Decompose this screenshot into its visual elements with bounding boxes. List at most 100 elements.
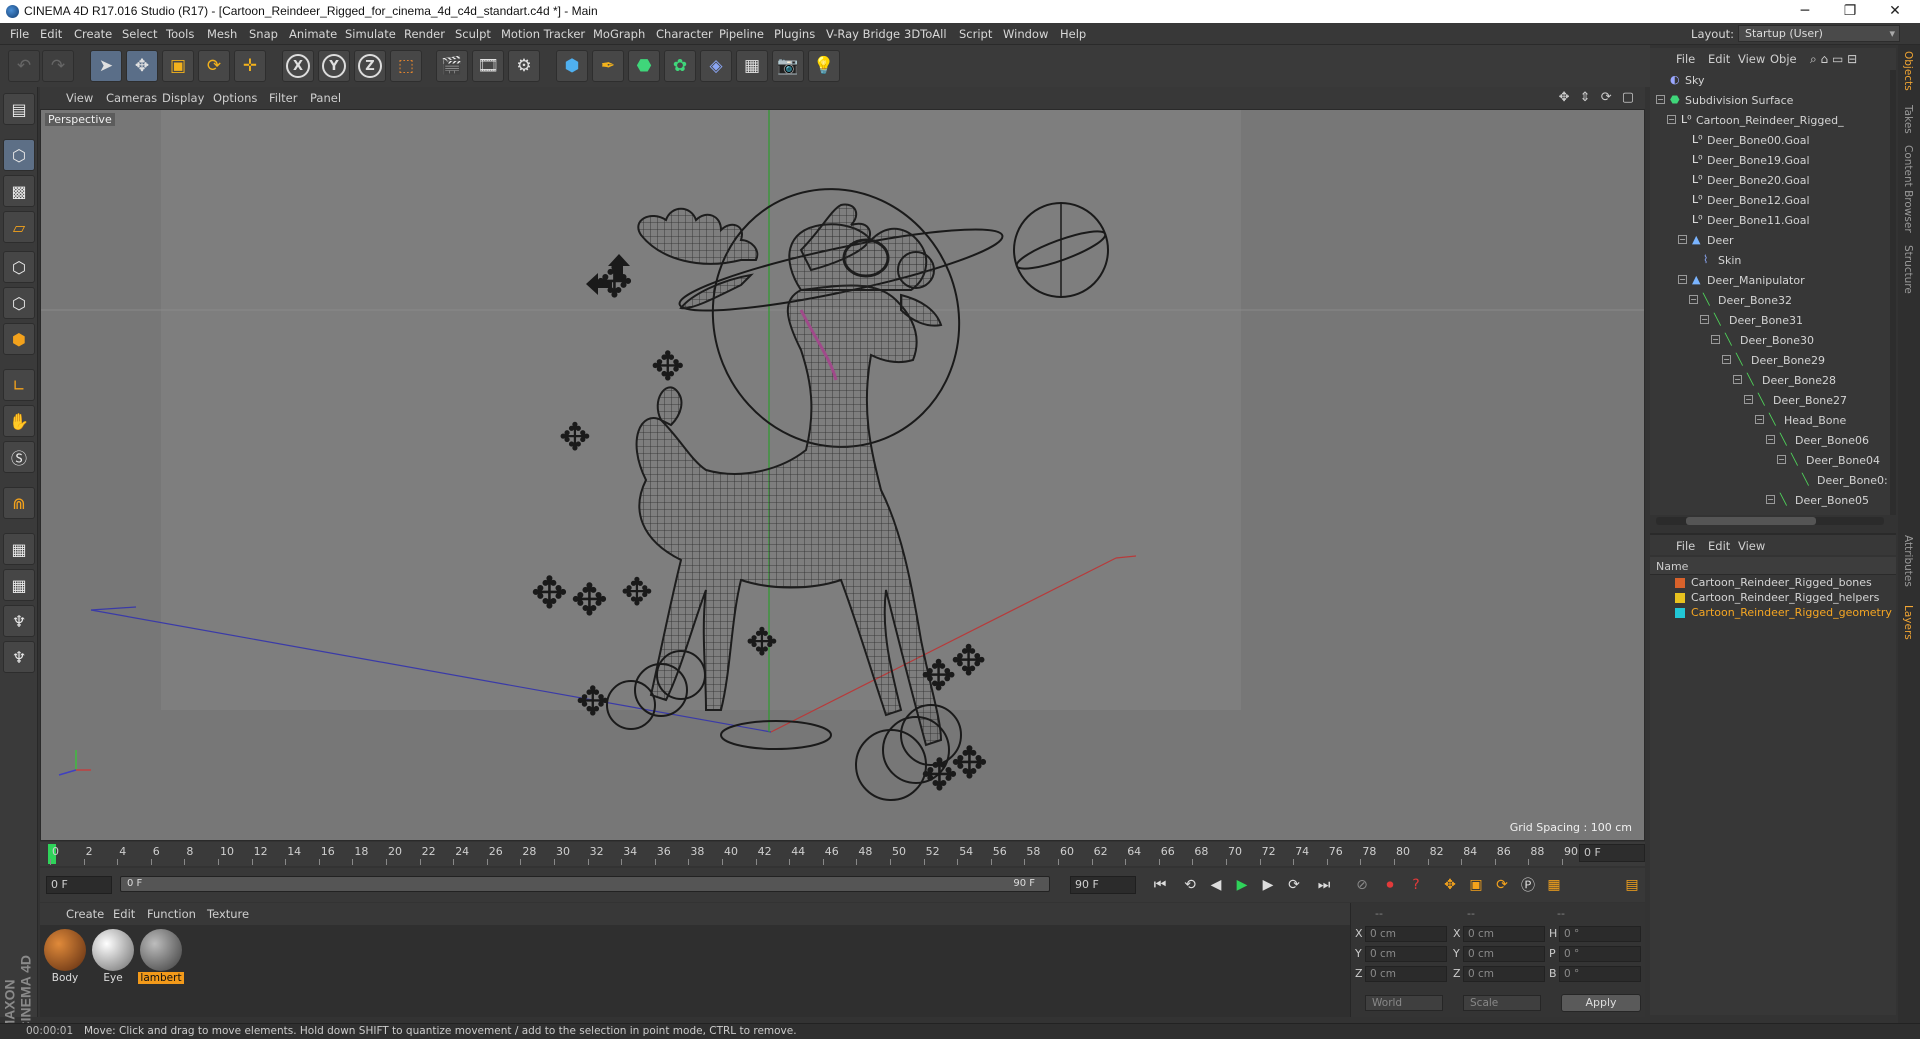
select-arrow-icon[interactable]: ➤ <box>90 50 122 82</box>
render-picture-viewer-icon[interactable]: 🎞 <box>472 50 504 82</box>
menu-vray-bridge[interactable]: V-Ray Bridge <box>826 27 900 41</box>
coordinate-system-icon[interactable]: ⬚ <box>390 50 422 82</box>
layout-select[interactable]: Startup (User) <box>1738 25 1900 42</box>
om-menu-objects[interactable]: Obje <box>1770 52 1797 66</box>
object-row[interactable]: − ╲ Deer_Bone05 <box>1650 490 1882 510</box>
layer-name-column[interactable]: Name <box>1656 560 1688 573</box>
viewport-nav-icons[interactable]: ✥ ⇕ ⟳ ▢ <box>1559 90 1637 105</box>
x-axis-icon[interactable]: X <box>282 50 314 82</box>
object-row[interactable]: − L⁰ Cartoon_Reindeer_Rigged_ <box>1650 110 1882 130</box>
planar-workplane-icon[interactable]: ▦ <box>3 569 35 601</box>
record-position-icon[interactable]: ✥ <box>1438 873 1462 897</box>
object-row[interactable]: ╲ Deer_Bone0: <box>1650 470 1888 490</box>
start-frame-field[interactable]: 0 F <box>46 876 112 894</box>
make-editable-icon[interactable]: ▤ <box>3 93 35 125</box>
menu-window[interactable]: Window <box>1003 27 1048 41</box>
floor-icon[interactable]: ▦ <box>736 50 768 82</box>
redo-icon[interactable]: ↷ <box>42 50 74 82</box>
tab-attributes[interactable]: Attributes <box>1902 535 1914 587</box>
undo-icon[interactable]: ↶ <box>8 50 40 82</box>
previous-keyframe-icon[interactable]: ⟲ <box>1178 873 1202 897</box>
next-keyframe-icon[interactable]: ⟳ <box>1282 873 1306 897</box>
tab-layers[interactable]: Layers <box>1902 605 1914 640</box>
object-row[interactable]: ◐ Sky <box>1650 70 1882 90</box>
tab-structure[interactable]: Structure <box>1902 245 1914 294</box>
size-z-field[interactable]: 0 cm <box>1463 966 1545 982</box>
position-z-field[interactable]: 0 cm <box>1365 966 1447 982</box>
menu-3dtoall[interactable]: 3DToAll <box>904 27 947 41</box>
record-rotation-icon[interactable]: ⟳ <box>1490 873 1514 897</box>
object-row[interactable]: L⁰ Deer_Bone12.Goal <box>1650 190 1882 210</box>
material-eye[interactable]: Eye <box>90 929 136 989</box>
expand-toggle-icon[interactable]: − <box>1766 435 1775 444</box>
polygons-mode-icon[interactable]: ⬢ <box>3 323 35 355</box>
menu-animate[interactable]: Animate <box>289 27 337 41</box>
coordinate-space-select[interactable]: World <box>1365 995 1443 1011</box>
play-icon[interactable]: ▶ <box>1230 873 1254 897</box>
menu-character[interactable]: Character <box>656 27 713 41</box>
edit-render-settings-icon[interactable]: ⚙ <box>508 50 540 82</box>
object-row[interactable]: L⁰ Deer_Bone00.Goal <box>1650 130 1882 150</box>
viewport-camera-label[interactable]: Perspective <box>45 113 115 126</box>
mat-menu-function[interactable]: Function <box>147 907 196 921</box>
menu-motion-tracker[interactable]: Motion Tracker <box>501 27 585 41</box>
vp-menu-panel[interactable]: Panel <box>310 91 341 105</box>
object-row[interactable]: − ╲ Deer_Bone31 <box>1650 310 1882 330</box>
menu-mesh[interactable]: Mesh <box>207 27 237 41</box>
tab-objects[interactable]: Objects <box>1902 51 1914 91</box>
record-pla-icon[interactable]: ▦ <box>1542 873 1566 897</box>
end-frame-field[interactable]: 90 F <box>1070 876 1136 894</box>
lm-menu-edit[interactable]: Edit <box>1708 539 1730 553</box>
current-frame-field[interactable]: 0 F <box>1579 844 1645 862</box>
expand-toggle-icon[interactable]: − <box>1667 115 1676 124</box>
snap-icon[interactable]: Ⓢ <box>3 441 35 473</box>
object-row[interactable]: − ⬣ Subdivision Surface <box>1650 90 1882 110</box>
next-frame-icon[interactable]: ▶ <box>1256 873 1280 897</box>
object-row[interactable]: − ╲ Deer_Bone06 <box>1650 430 1882 450</box>
object-row[interactable]: − ▲ Deer_Manipulator <box>1650 270 1882 290</box>
mat-menu-texture[interactable]: Texture <box>207 907 249 921</box>
layer-color-swatch[interactable] <box>1675 593 1685 603</box>
expand-toggle-icon[interactable]: − <box>1733 375 1742 384</box>
vp-menu-display[interactable]: Display <box>162 91 204 105</box>
live-selection-icon[interactable]: ✛ <box>234 50 266 82</box>
scale-icon[interactable]: ▣ <box>162 50 194 82</box>
layer-row-helpers[interactable]: Cartoon_Reindeer_Rigged_helpers <box>1650 590 1896 605</box>
cube-icon[interactable]: ⬢ <box>556 50 588 82</box>
points-mode-icon[interactable]: ⬡ <box>3 251 35 283</box>
autokey-icon[interactable]: ⏺ <box>1378 873 1402 897</box>
move-icon[interactable]: ✥ <box>126 50 158 82</box>
layer-color-swatch[interactable] <box>1675 608 1685 618</box>
layer-color-swatch[interactable] <box>1675 578 1685 588</box>
deformer-icon[interactable]: ◈ <box>700 50 732 82</box>
menu-script[interactable]: Script <box>959 27 992 41</box>
object-row[interactable]: − ▲ Deer <box>1650 230 1882 250</box>
lm-menu-view[interactable]: View <box>1738 539 1765 553</box>
expand-toggle-icon[interactable]: − <box>1678 235 1687 244</box>
object-row[interactable]: − ╲ Deer_Bone30 <box>1650 330 1882 350</box>
position-y-field[interactable]: 0 cm <box>1365 946 1447 962</box>
expand-toggle-icon[interactable]: − <box>1755 415 1764 424</box>
menu-render[interactable]: Render <box>404 27 445 41</box>
edges-mode-icon[interactable]: ⬡ <box>3 287 35 319</box>
mat-menu-create[interactable]: Create <box>66 907 104 921</box>
python-icon[interactable]: ♆ <box>3 605 35 637</box>
restore-button[interactable]: ❐ <box>1828 0 1872 23</box>
menu-edit[interactable]: Edit <box>40 27 62 41</box>
expand-toggle-icon[interactable]: − <box>1766 495 1775 504</box>
expand-toggle-icon[interactable]: − <box>1722 355 1731 364</box>
menu-tools[interactable]: Tools <box>166 27 194 41</box>
model-mode-icon[interactable]: ⬡ <box>3 139 35 171</box>
minimize-button[interactable]: ─ <box>1783 0 1827 23</box>
go-to-start-icon[interactable]: ⏮ <box>1148 873 1172 897</box>
render-view-icon[interactable]: 🎬 <box>436 50 468 82</box>
go-to-end-icon[interactable]: ⏭ <box>1312 873 1336 897</box>
camera-icon[interactable]: 📷 <box>772 50 804 82</box>
object-row[interactable]: L⁰ Deer_Bone20.Goal <box>1650 170 1882 190</box>
menu-help[interactable]: Help <box>1060 27 1086 41</box>
mat-menu-edit[interactable]: Edit <box>113 907 135 921</box>
object-tree-scrollbar[interactable] <box>1890 70 1896 515</box>
texture-mode-icon[interactable]: ▩ <box>3 175 35 207</box>
menu-plugins[interactable]: Plugins <box>774 27 815 41</box>
rotate-icon[interactable]: ⟳ <box>198 50 230 82</box>
